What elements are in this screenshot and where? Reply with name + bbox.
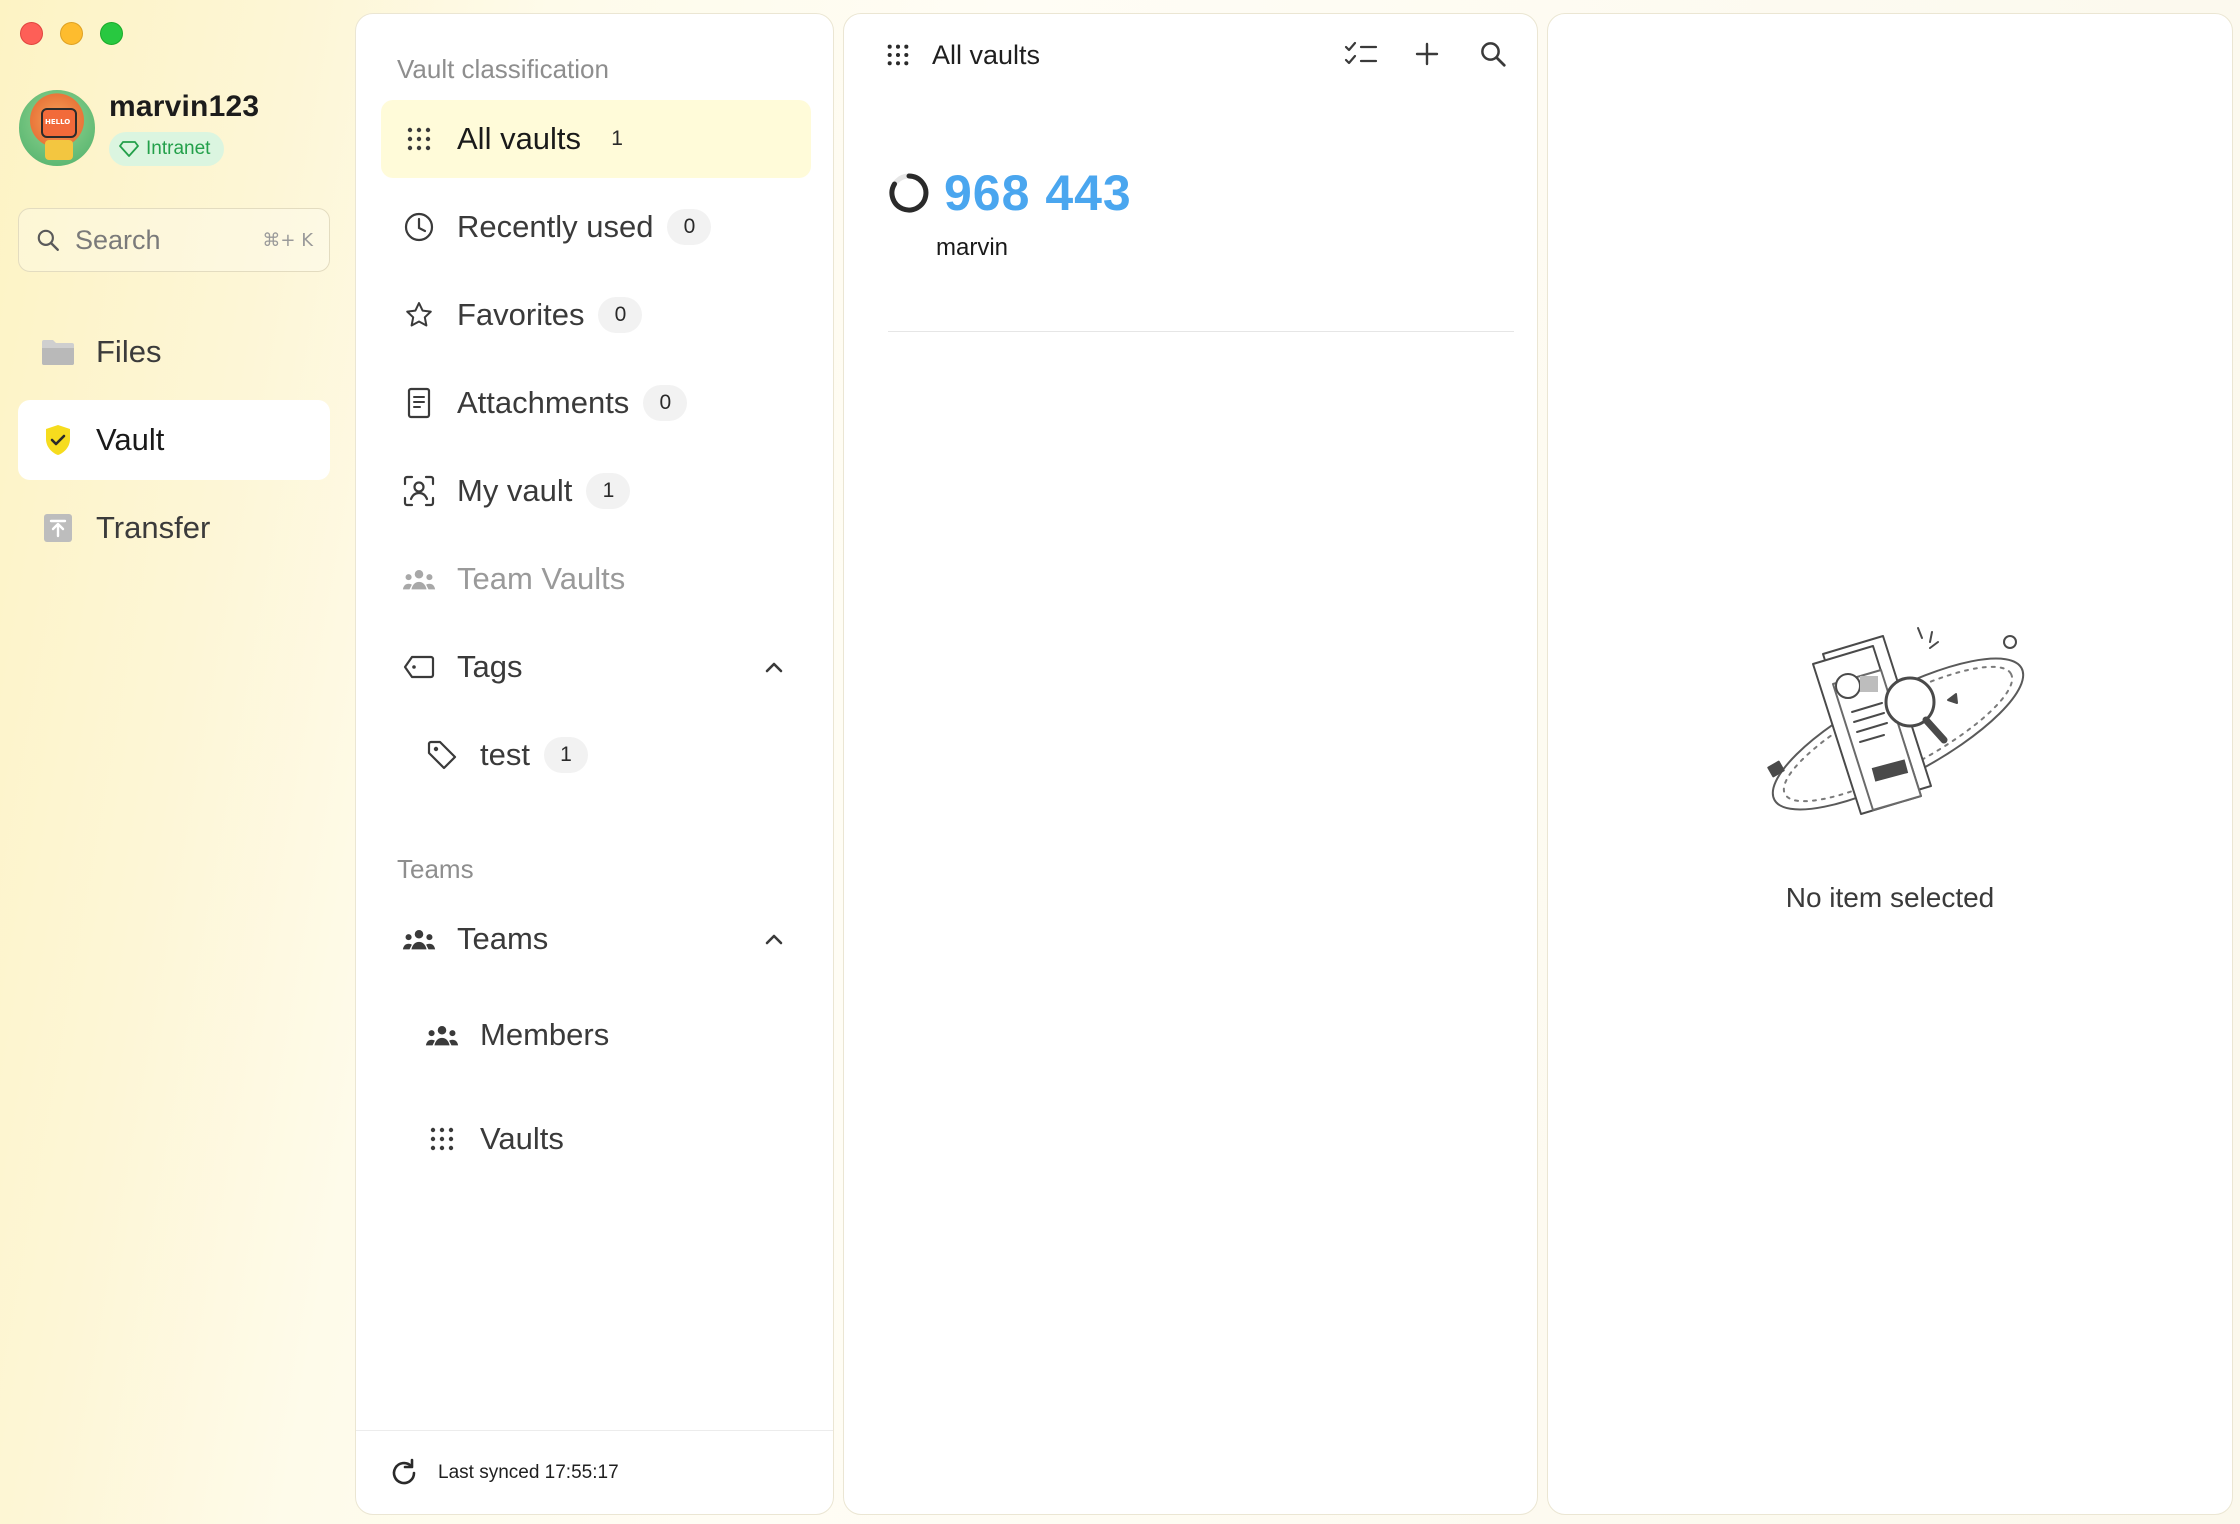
document-icon: [401, 385, 437, 421]
add-item-button[interactable]: [1409, 36, 1445, 72]
team-item-label: Members: [480, 1017, 610, 1052]
tag-outline-icon: [401, 649, 437, 685]
count-badge: 1: [543, 737, 588, 773]
team-icon: [401, 561, 437, 597]
empty-state-text: No item selected: [1785, 882, 1995, 913]
nav-item-transfer[interactable]: Transfer: [18, 488, 330, 568]
class-item-label: Team Vaults: [457, 561, 626, 596]
count-badge: 0: [598, 297, 643, 333]
nav-item-label: Files: [96, 334, 162, 369]
count-badge: 1: [611, 127, 623, 150]
username: marvin123: [109, 90, 260, 123]
class-item-favorites[interactable]: Favorites 0: [381, 276, 811, 354]
team-item-label: Vaults: [480, 1121, 564, 1156]
clock-icon: [401, 209, 437, 245]
count-badge: 0: [643, 385, 688, 421]
tag-item-test[interactable]: test 1: [404, 716, 811, 794]
class-item-label: Attachments: [457, 385, 630, 420]
class-item-tags[interactable]: Tags: [381, 628, 811, 706]
refresh-icon[interactable]: [388, 1457, 420, 1489]
classification-panel: Vault classification All vaults 1 Recent…: [355, 13, 834, 1515]
checklist-icon: [1344, 41, 1378, 65]
class-item-label: Recently used: [457, 209, 654, 244]
team-icon: [401, 921, 437, 957]
members-icon: [424, 1017, 460, 1053]
search-icon: [1481, 42, 1506, 67]
class-item-team-vaults[interactable]: Team Vaults: [381, 540, 811, 618]
nav-item-vault[interactable]: Vault: [18, 400, 330, 480]
grid-icon: [424, 1121, 460, 1157]
list-header: All vaults: [844, 14, 1537, 96]
diamond-icon: [119, 141, 139, 157]
section-title-classification: Vault classification: [397, 54, 609, 84]
otp-code[interactable]: 968 443: [944, 164, 1132, 222]
class-item-label: Tags: [457, 649, 523, 684]
search-icon: [37, 229, 59, 251]
multi-select-button[interactable]: [1343, 36, 1379, 72]
sync-status-bar: Last synced 17:55:17: [356, 1430, 833, 1514]
plus-icon: [1415, 42, 1439, 66]
list-item[interactable]: 968 443 marvin: [888, 164, 1514, 332]
vault-shield-icon: [40, 422, 76, 458]
class-item-attachments[interactable]: Attachments 0: [381, 364, 811, 442]
class-item-label: All vaults: [457, 121, 582, 156]
profile[interactable]: marvin123 Intranet: [17, 88, 259, 168]
nav-item-label: Vault: [96, 422, 165, 457]
nav-item-label: Transfer: [96, 510, 211, 545]
chevron-up-icon[interactable]: [759, 924, 789, 954]
empty-state-illustration: [1767, 627, 2025, 815]
entry-name: marvin: [936, 234, 1009, 261]
main-nav: Files Vault Transfer: [18, 312, 330, 576]
search-shortcut: ⌘+ K: [262, 229, 313, 251]
class-item-label: Favorites: [457, 297, 585, 332]
class-item-my-vault[interactable]: My vault 1: [381, 452, 811, 530]
star-icon: [401, 297, 437, 333]
chevron-up-icon[interactable]: [759, 652, 789, 682]
search-input[interactable]: Search ⌘+ K: [18, 208, 330, 272]
nav-item-files[interactable]: Files: [18, 312, 330, 392]
class-item-label: Teams: [457, 921, 549, 956]
transfer-icon: [40, 510, 76, 546]
list-title: All vaults: [932, 39, 1041, 70]
count-badge: 1: [586, 473, 631, 509]
item-detail-panel: No item selected: [1547, 13, 2233, 1515]
app-sidebar: marvin123 Intranet Search ⌘+ K Files Vau…: [0, 0, 350, 1524]
search-placeholder: Search: [75, 224, 161, 255]
search-list-button[interactable]: [1475, 36, 1511, 72]
section-title-teams: Teams: [397, 854, 474, 884]
tag-label: test: [480, 737, 530, 772]
class-item-label: My vault: [457, 473, 573, 508]
class-item-all-vaults[interactable]: All vaults 1: [381, 100, 811, 178]
tag-icon: [424, 737, 460, 773]
otp-timer-icon: [889, 173, 929, 213]
network-badge: Intranet: [109, 132, 225, 166]
last-synced-text: Last synced 17:55:17: [438, 1461, 619, 1483]
count-badge: 0: [667, 209, 712, 245]
team-item-vaults[interactable]: Vaults: [404, 1100, 811, 1178]
team-item-members[interactable]: Members: [404, 996, 811, 1074]
grid-icon: [887, 44, 909, 66]
person-frame-icon: [401, 473, 437, 509]
network-badge-label: Intranet: [146, 138, 211, 159]
grid-icon: [401, 121, 437, 157]
class-item-teams[interactable]: Teams: [381, 900, 811, 978]
vault-list-panel: All vaults 968 443 marvin: [843, 13, 1538, 1515]
class-item-recently-used[interactable]: Recently used 0: [381, 188, 811, 266]
folder-icon: [40, 334, 76, 370]
avatar[interactable]: [17, 88, 97, 168]
